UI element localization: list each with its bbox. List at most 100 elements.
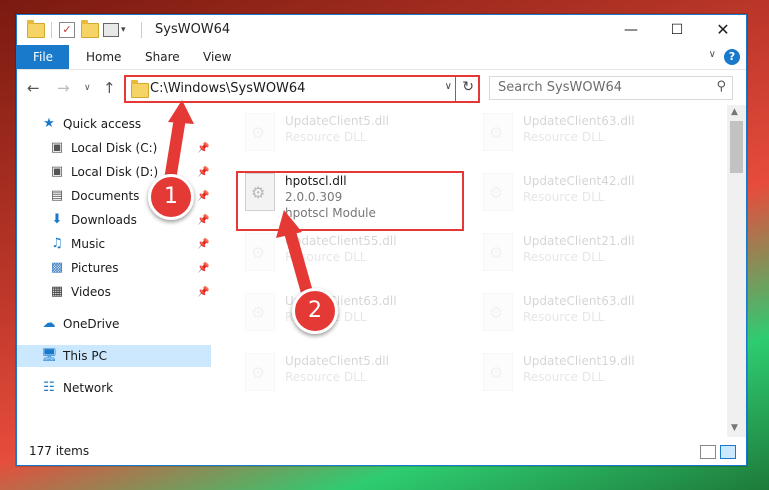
file-name: UpdateClient63.dll [523,294,635,308]
sidebar-item-onedrive[interactable]: ☁ OneDrive [41,313,120,335]
minimize-button[interactable]: — [608,15,654,45]
file-item[interactable]: ⚙ UpdateClient63.dll Resource DLL [479,293,699,343]
scrollbar-thumb[interactable] [730,121,743,173]
sidebar-item-label: This PC [63,349,107,363]
sidebar-item-local-disk-c[interactable]: ▣ Local Disk (C:) [49,137,157,159]
sidebar-item-quick-access[interactable]: ★ Quick access [41,113,141,135]
dll-file-icon: ⚙ [479,173,515,215]
help-icon[interactable]: ? [724,49,740,65]
tab-view[interactable]: View [203,45,231,69]
pictures-icon: ▩ [50,260,64,275]
pin-icon[interactable]: 📌 [197,287,209,298]
pin-icon[interactable]: 📌 [197,167,209,178]
sidebar-item-downloads[interactable]: ⬇ Downloads [49,209,137,231]
sidebar-item-label: Music [71,237,106,251]
window-title: SysWOW64 [155,22,231,37]
customize-toolbar-chevron-icon[interactable]: ▾ [121,21,126,39]
step-2-badge: 2 [292,288,338,334]
refresh-icon[interactable]: ↻ [462,79,474,95]
status-bar: 177 items [17,437,746,465]
sidebar-item-music[interactable]: ♫ Music [49,233,105,255]
sidebar-item-documents[interactable]: ▤ Documents [49,185,140,207]
close-button[interactable]: ✕ [700,15,746,45]
sidebar-item-label: Local Disk (C:) [71,141,158,155]
computer-icon: 🖥 [41,348,58,363]
navigation-pane: ★ Quick access ▣ Local Disk (C:) 📌 ▣ Loc… [17,105,211,437]
sidebar-item-network[interactable]: ☷ Network [41,377,113,399]
expand-ribbon-chevron-icon[interactable]: ∨ [709,49,716,60]
file-item[interactable]: ⚙ UpdateClient63.dll Resource DLL [479,113,699,163]
tab-file[interactable]: File [17,45,69,69]
search-input[interactable]: Search SysWOW64 [498,80,622,95]
cloud-icon: ☁ [42,316,56,331]
sidebar-item-local-disk-d[interactable]: ▣ Local Disk (D:) [49,161,158,183]
file-type: Resource DLL [523,130,605,144]
pin-icon[interactable]: 📌 [197,215,209,226]
tab-share[interactable]: Share [145,45,180,69]
dll-file-icon: ⚙ [241,233,277,275]
forward-arrow-icon[interactable]: → [57,79,70,97]
pin-icon[interactable]: 📌 [197,263,209,274]
star-icon: ★ [43,116,55,131]
properties-check-icon[interactable]: ✓ [59,21,75,39]
file-type: Resource DLL [285,370,367,384]
file-type: Resource DLL [523,310,605,324]
separator [141,21,142,39]
title-bar: ✓ ▾ SysWOW64 — ☐ ✕ [17,15,746,45]
dll-file-icon: ⚙ [241,353,277,395]
maximize-button[interactable]: ☐ [654,15,700,45]
file-item[interactable]: ⚙ UpdateClient42.dll Resource DLL [479,173,699,223]
file-item[interactable]: ⚙ UpdateClient63.dllResource DLL [241,293,461,343]
details-view-icon[interactable] [700,445,716,459]
drive-icon: ▣ [50,164,64,179]
download-icon: ⬇ [51,212,63,227]
folder-icon [27,19,45,39]
file-name: UpdateClient5.dll [285,354,389,368]
properties-icon[interactable] [103,21,119,39]
file-type: Resource DLL [523,370,605,384]
vertical-scrollbar[interactable]: ▲ ▼ [727,105,746,437]
step-1-badge: 1 [148,174,194,220]
address-bar[interactable]: C:\Windows\SysWOW64 ∨ ↻ [124,75,480,103]
file-item[interactable]: ⚙ UpdateClient19.dll Resource DLL [479,353,699,403]
sidebar-item-this-pc[interactable]: 🖥 This PC [17,345,211,367]
pin-icon[interactable]: 📌 [197,191,209,202]
sidebar-item-label: Pictures [71,261,119,275]
file-name: UpdateClient55.dll [285,234,397,248]
documents-icon: ▤ [50,188,64,203]
dll-file-icon: ⚙ [479,113,515,155]
recent-locations-chevron-icon[interactable]: ∨ [84,83,91,93]
back-arrow-icon[interactable]: ← [27,79,40,97]
scroll-up-arrow-icon[interactable]: ▲ [731,107,738,117]
address-path[interactable]: C:\Windows\SysWOW64 [150,81,305,96]
sidebar-item-pictures[interactable]: ▩ Pictures [49,257,119,279]
search-box[interactable]: Search SysWOW64 ⚲ [489,76,733,100]
file-list: ⚙ UpdateClient5.dll Resource DLL ⚙ Update… [211,105,727,437]
pin-icon[interactable]: 📌 [197,143,209,154]
scroll-down-arrow-icon[interactable]: ▼ [731,423,738,433]
file-item[interactable]: ⚙ UpdateClient5.dll Resource DLL [241,353,461,403]
separator [51,21,52,39]
sidebar-item-videos[interactable]: ▦ Videos [49,281,111,303]
file-name: UpdateClient63.dll [523,114,635,128]
file-item[interactable]: ⚙ UpdateClient5.dll Resource DLL [241,113,461,163]
highlight-box [236,171,464,231]
up-arrow-icon[interactable]: ↑ [103,79,116,97]
address-dropdown-chevron-icon[interactable]: ∨ [445,81,452,92]
file-name: UpdateClient19.dll [523,354,635,368]
file-type: Resource DLL [285,250,367,264]
pin-icon[interactable]: 📌 [197,239,209,250]
drive-icon: ▣ [50,140,64,155]
file-name: UpdateClient5.dll [285,114,389,128]
dll-file-icon: ⚙ [479,233,515,275]
file-item[interactable]: ⚙ UpdateClient21.dll Resource DLL [479,233,699,283]
new-folder-icon[interactable] [81,19,99,39]
file-type: Resource DLL [285,130,367,144]
dll-file-icon: ⚙ [241,113,277,155]
search-icon[interactable]: ⚲ [716,79,726,94]
dll-file-icon: ⚙ [479,293,515,335]
sidebar-item-label: Network [63,381,114,395]
tab-home[interactable]: Home [86,45,121,69]
file-item[interactable]: ⚙ UpdateClient55.dll Resource DLL [241,233,461,283]
large-icons-view-icon[interactable] [720,445,736,459]
